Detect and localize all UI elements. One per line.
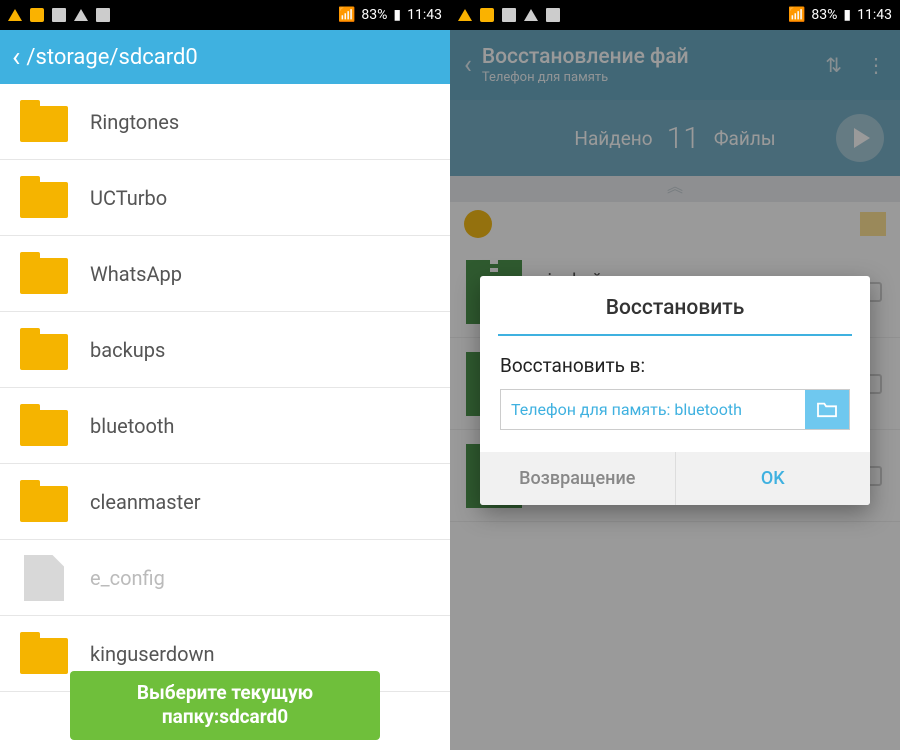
file-icon (24, 555, 64, 601)
restore-dialog: Восстановить Восстановить в: Телефон для… (480, 276, 870, 505)
battery-icon: ▮ (393, 7, 401, 23)
folder-icon (20, 182, 68, 218)
app-notification-icon (480, 8, 494, 22)
dialog-ok-button[interactable]: OK (676, 452, 871, 505)
destination-path: Телефон для память: bluetooth (501, 390, 805, 429)
status-bar: 📶 83% ▮ 11:43 (0, 0, 450, 30)
clock: 11:43 (857, 7, 892, 23)
image-icon (96, 8, 110, 22)
screen-recovery: 📶 83% ▮ 11:43 ‹ Восстановление фай Телеф… (450, 0, 900, 750)
list-item[interactable]: backups (0, 312, 450, 388)
battery-icon: ▮ (843, 7, 851, 23)
list-item[interactable]: e_config (0, 540, 450, 616)
browse-folder-button[interactable] (805, 390, 849, 429)
folder-icon (20, 334, 68, 370)
nfc-icon: 📶 (338, 7, 355, 23)
destination-input[interactable]: Телефон для память: bluetooth (500, 389, 850, 430)
file-list: Ringtones UCTurbo WhatsApp backups bluet… (0, 84, 450, 750)
image-icon (546, 8, 560, 22)
folder-icon (20, 410, 68, 446)
image-icon (52, 8, 66, 22)
dialog-title: Восстановить (480, 276, 870, 334)
list-item[interactable]: UCTurbo (0, 160, 450, 236)
folder-icon (20, 486, 68, 522)
app-notification-icon (30, 8, 44, 22)
warning-icon (524, 9, 538, 21)
warning-icon (8, 9, 22, 21)
back-icon[interactable]: ‹ (12, 43, 20, 71)
folder-icon (20, 258, 68, 294)
folder-icon (20, 106, 68, 142)
dialog-cancel-button[interactable]: Возвращение (480, 452, 676, 505)
image-icon (502, 8, 516, 22)
path-header[interactable]: ‹ /storage/sdcard0 (0, 30, 450, 84)
dialog-label: Восстановить в: (500, 354, 850, 377)
battery-percent: 83% (361, 7, 387, 23)
list-item[interactable]: cleanmaster (0, 464, 450, 540)
select-folder-button[interactable]: Выберите текущую папку:sdcard0 (70, 671, 380, 740)
battery-percent: 83% (811, 7, 837, 23)
warning-icon (74, 9, 88, 21)
nfc-icon: 📶 (788, 7, 805, 23)
list-item[interactable]: bluetooth (0, 388, 450, 464)
screen-file-browser: 📶 83% ▮ 11:43 ‹ /storage/sdcard0 Rington… (0, 0, 450, 750)
dialog-scrim[interactable]: Восстановить Восстановить в: Телефон для… (450, 30, 900, 750)
warning-icon (458, 9, 472, 21)
list-item[interactable]: Ringtones (0, 84, 450, 160)
list-item[interactable]: WhatsApp (0, 236, 450, 312)
status-bar: 📶 83% ▮ 11:43 (450, 0, 900, 30)
clock: 11:43 (407, 7, 442, 23)
folder-open-icon (816, 400, 838, 418)
folder-icon (20, 638, 68, 674)
current-path: /storage/sdcard0 (26, 45, 197, 70)
